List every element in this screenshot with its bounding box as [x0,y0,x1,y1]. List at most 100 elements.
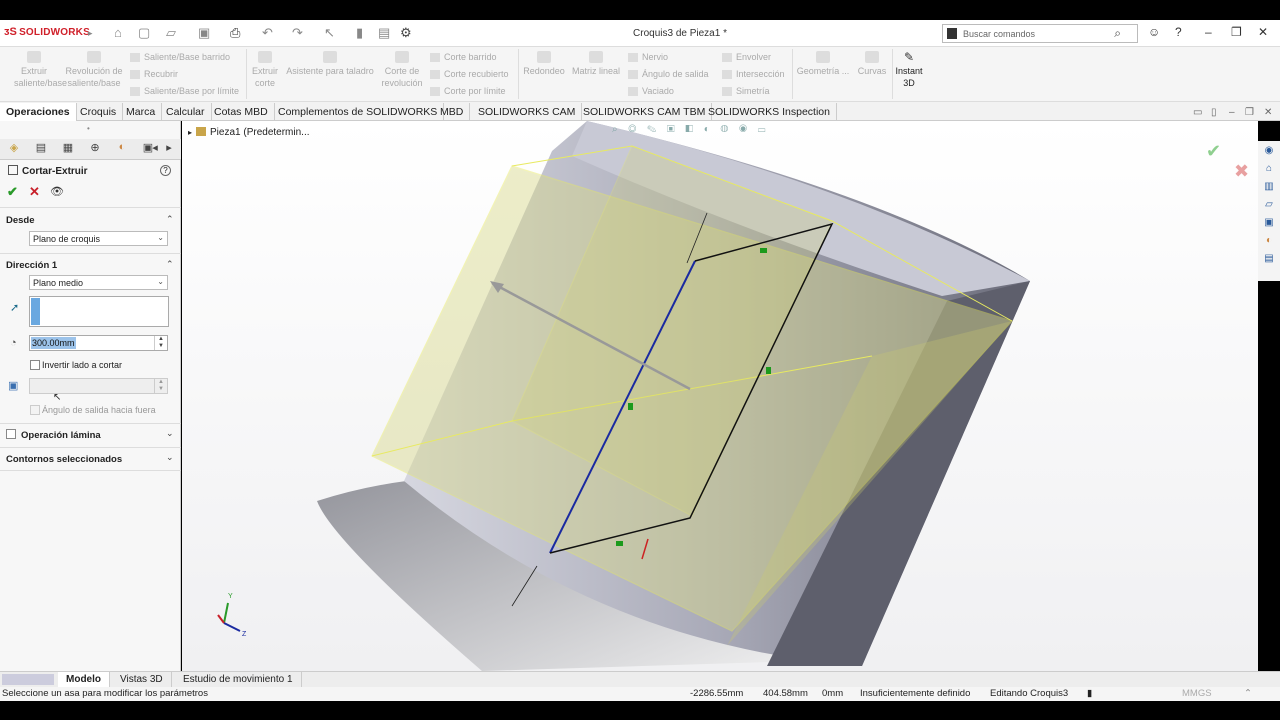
rebuild-icon[interactable]: ▮ [356,25,363,41]
help-icon[interactable]: ? [1175,25,1182,39]
tab-solidworks-cam[interactable]: SOLIDWORKS CAM [472,103,583,121]
boundary-cut-button[interactable]: Corte por límite [430,86,506,97]
selected-contours-header[interactable]: Contornos seleccionados [6,454,122,465]
revolve-cut-button[interactable]: Corte de revolución [378,51,426,89]
tab-scroll-left-icon[interactable]: ◂ [150,141,160,157]
draft-button[interactable]: Ángulo de salida [628,69,709,80]
relation-marker[interactable] [760,248,767,253]
home-icon[interactable]: ⌂ [114,25,122,40]
loft-boss-button[interactable]: Recubrir [130,69,178,80]
redo-icon[interactable]: ↷ [292,25,303,41]
end-condition-select[interactable]: Plano medio ⌄ [29,275,168,290]
feature-tree[interactable]: ▸ Pieza1 (Predetermin... [188,127,310,138]
tab-solidworks-inspection[interactable]: SOLIDWORKS Inspection [702,103,837,121]
menu-expand-icon[interactable]: ▸ [88,28,93,39]
save-icon[interactable]: ▣ [198,25,210,41]
reference-geometry-button[interactable]: Geometría ... [794,51,852,77]
tab-vistas-3d[interactable]: Vistas 3D [112,672,172,688]
expand-icon[interactable]: ▸ [188,128,192,137]
appearances-icon[interactable]: ◐ [1262,235,1276,249]
help-icon[interactable]: ? [160,165,171,176]
revolve-boss-button[interactable]: Revolución de saliente/base [62,51,126,89]
tab-operaciones[interactable]: Operaciones [0,103,77,121]
tile-icon[interactable]: ▭ [1193,107,1202,118]
configuration-manager-tab-icon[interactable]: ▦ [58,141,78,157]
depth-input[interactable]: 300.00mm ▲ ▼ [29,335,168,351]
linear-pattern-button[interactable]: Matriz lineal [568,51,624,77]
minimize-doc-icon[interactable]: – [1229,107,1235,118]
tab-marca[interactable]: Marca [120,103,163,121]
collapse-icon[interactable]: ⌃ [166,214,174,225]
file-properties-icon[interactable]: ▤ [378,25,390,41]
model-view[interactable] [182,121,1258,671]
search-commands-input[interactable]: Buscar comandos ⌕ [942,24,1138,43]
shell-button[interactable]: Vaciado [628,86,674,97]
direction1-section-header[interactable]: Dirección 1 [6,260,57,271]
tab-solidworks-cam-tbm[interactable]: SOLIDWORKS CAM TBM [577,103,713,121]
restore-doc-icon[interactable]: ❐ [1245,107,1254,118]
dimxpert-tab-icon[interactable]: ⊕ [85,141,105,157]
intersect-button[interactable]: Intersección [722,69,785,80]
ok-check-icon[interactable]: ✔ [7,184,18,200]
tab-cotas-mbd[interactable]: Cotas MBD [208,103,275,121]
tab-complementos[interactable]: Complementos de SOLIDWORKS [272,103,445,121]
loft-cut-button[interactable]: Corte recubierto [430,69,509,80]
tab-estudio-movimiento[interactable]: Estudio de movimiento 1 [175,672,302,688]
search-icon[interactable]: ⌕ [1114,26,1121,41]
tab-calcular[interactable]: Calcular [160,103,212,121]
resources-globe-icon[interactable]: ◉ [1262,145,1276,159]
spin-arrows-icon[interactable]: ▲ ▼ [154,336,167,350]
direction-selection-box[interactable] [29,296,169,327]
draft-toggle-icon[interactable]: ▣ [8,379,18,392]
preview-eye-icon[interactable]: 👁 [50,185,64,198]
user-icon[interactable]: ☺ [1148,25,1160,39]
boundary-boss-button[interactable]: Saliente/Base por límite [130,86,239,97]
view-palette-icon[interactable]: ▣ [1262,217,1276,231]
graphics-area[interactable]: ▸ Pieza1 (Predetermin... ⌕ ◎ ✎ ▣ ◧ ◐ ◍ ◉ … [182,121,1258,671]
direction-arrow-icon[interactable]: ➚ [10,301,19,314]
split-icon[interactable]: ▯ [1211,107,1217,118]
tab-mbd[interactable]: MBD [434,103,471,121]
cancel-x-icon[interactable]: ✕ [29,184,40,200]
relation-marker[interactable] [766,367,771,374]
heads-up-toolbar[interactable]: ⌕ ◎ ✎ ▣ ◧ ◐ ◍ ◉ ▭ [612,124,769,135]
property-manager-tab-icon[interactable]: ▤ [31,141,51,157]
instant3d-button[interactable]: ✎ Instant 3D [892,51,926,89]
swept-cut-button[interactable]: Corte barrido [430,52,497,63]
close-doc-icon[interactable]: ✕ [1264,107,1272,118]
flip-side-checkbox[interactable] [30,360,40,370]
close-window-icon[interactable]: ✕ [1258,25,1268,39]
thin-feature-header[interactable]: Operación lámina [21,430,101,441]
swept-boss-button[interactable]: Saliente/Base barrido [130,52,230,63]
fillet-button[interactable]: Redondeo [520,51,568,77]
tab-croquis[interactable]: Croquis [74,103,124,121]
tab-navigation-arrows[interactable] [2,674,54,685]
home-icon[interactable]: ⌂ [1262,163,1276,177]
restore-icon[interactable]: ❐ [1231,25,1242,39]
from-select[interactable]: Plano de croquis ⌄ [29,231,168,246]
extrude-cut-button[interactable]: Extruir corte [250,51,280,89]
confirm-check-icon[interactable]: ✔ [1206,141,1221,162]
chevron-down-icon[interactable]: ⌄ [166,428,174,439]
collapse-icon[interactable]: ⌃ [166,259,174,270]
print-icon[interactable]: ⎙ [230,25,240,41]
feature-manager-tab-icon[interactable]: ◈ [4,141,24,157]
select-icon[interactable]: ↖ [324,25,335,41]
tab-scroll-right-icon[interactable]: ▸ [164,141,174,157]
hole-wizard-button[interactable]: Asistente para taladro [284,51,376,77]
units-arrow-icon[interactable]: ⌃ [1244,688,1252,699]
chevron-down-icon[interactable]: ⌄ [166,452,174,463]
thin-feature-checkbox[interactable] [6,429,16,439]
tab-modelo[interactable]: Modelo [58,672,110,688]
design-library-icon[interactable]: ▥ [1262,181,1276,195]
extrude-boss-button[interactable]: Extruir saliente/base [14,51,67,89]
file-explorer-icon[interactable]: ▱ [1262,199,1276,213]
from-section-header[interactable]: Desde [6,215,35,226]
units-selector[interactable]: MMGS [1182,688,1212,699]
rib-button[interactable]: Nervio [628,52,668,63]
cancel-x-icon[interactable]: ✖ [1234,161,1249,182]
mirror-button[interactable]: Simetría [722,86,770,97]
open-icon[interactable]: ▱ [166,25,176,41]
wrap-button[interactable]: Envolver [722,52,771,63]
minimize-icon[interactable]: – [1205,25,1212,39]
